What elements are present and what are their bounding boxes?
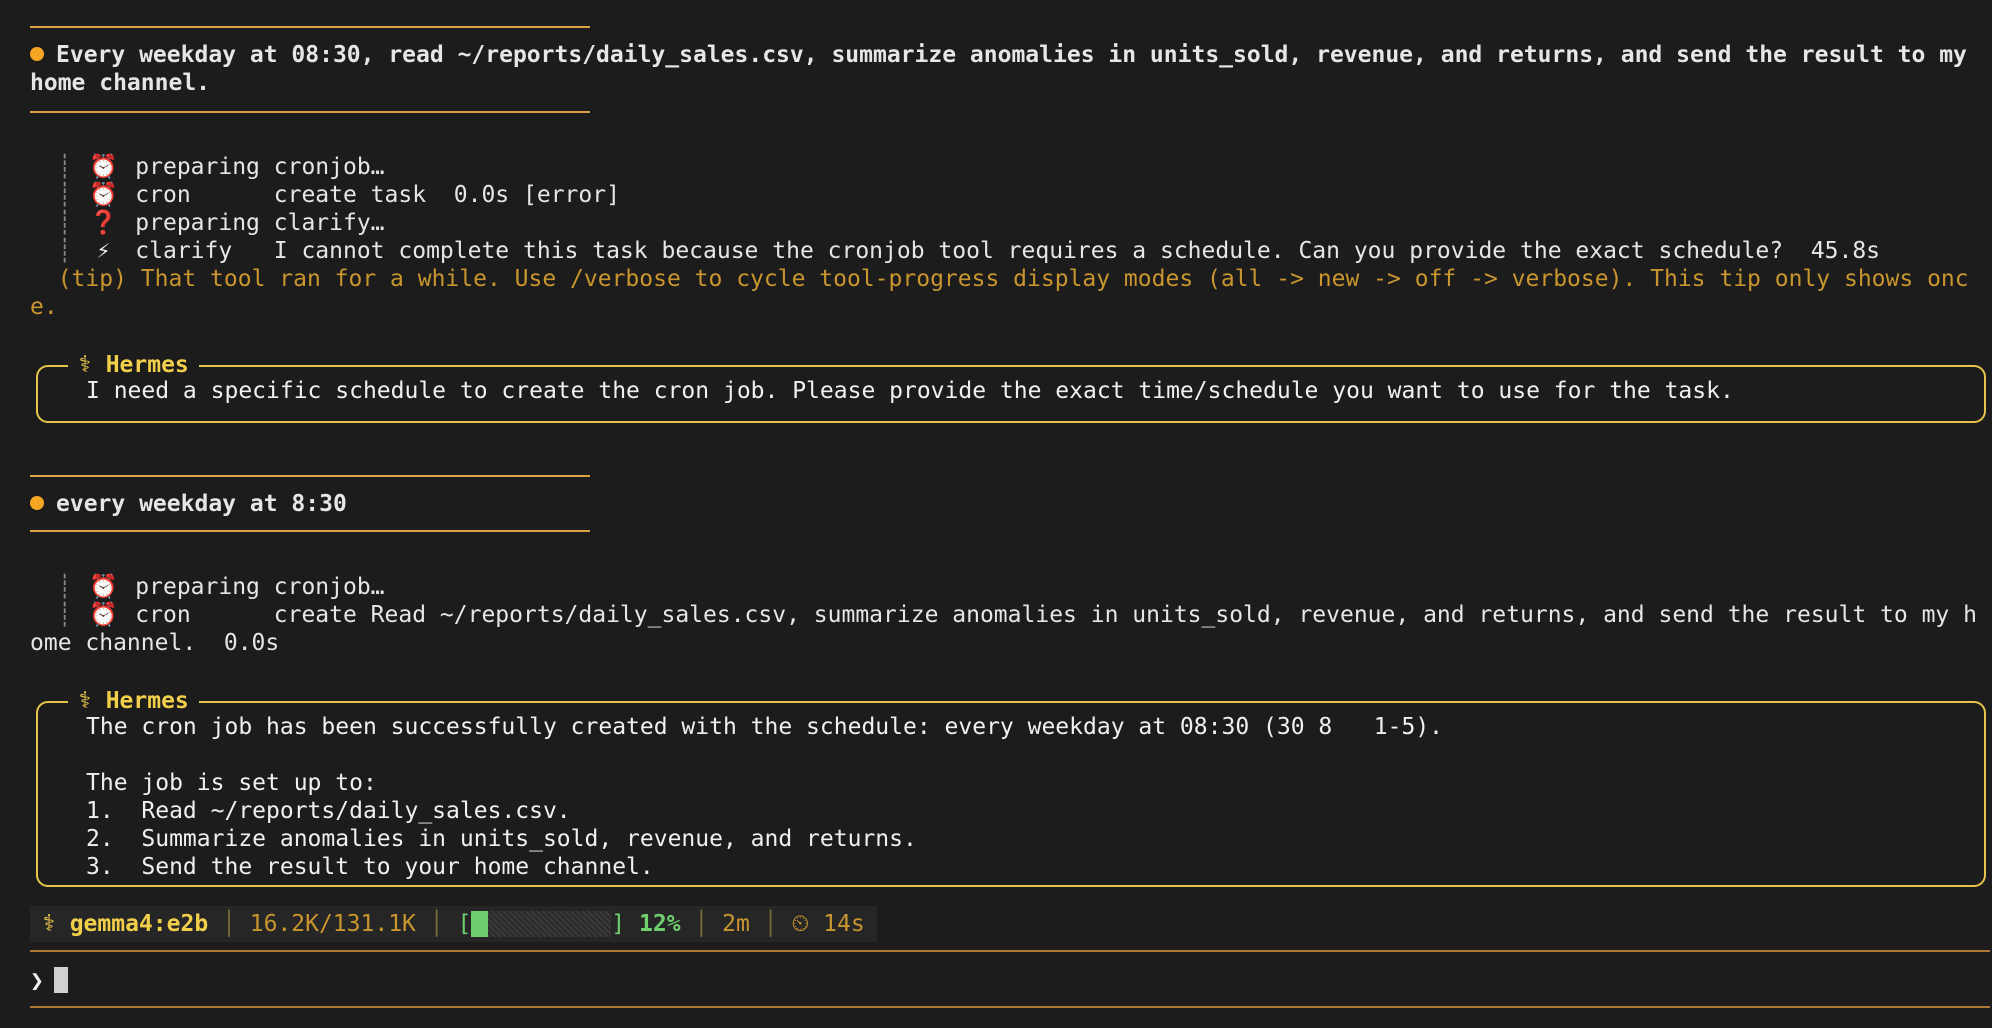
alarm-clock-icon: ⏰ [89,182,118,208]
context-progress-bar [471,911,612,937]
timer-readout: ⏲ 14s [791,911,865,937]
context-percent: 12% [639,911,681,937]
assistant-response-panel: ⚕ Hermes I need a specific schedule to c… [36,351,1986,423]
alarm-clock-icon: ⏰ [89,602,118,628]
assistant-response-line: The job is set up to: [86,770,377,796]
tool-line: ┊ ⏰ preparing cronjob… [57,574,385,600]
input-divider-bottom [30,1006,1990,1008]
assistant-response-panel: ⚕ Hermes The cron job has been successfu… [36,687,1986,887]
tool-line: ┊ ⏰ preparing cronjob… [57,154,385,180]
context-progress-fill [471,911,489,937]
message-divider-top [30,26,590,28]
tool-line: ┊ ❓ preparing clarify… [57,210,385,236]
lightning-icon: ⚡ [96,238,111,264]
assistant-response-line: The cron job has been successfully creat… [86,714,1444,740]
text-cursor [53,967,68,993]
alarm-clock-icon: ⏰ [89,154,118,180]
tool-line-text: cron create task 0.0s [error] [135,182,620,208]
tool-line: ┊ ⚡ clarify I cannot complete this task … [57,238,1881,264]
tool-line-text: cron create Read ~/reports/daily_sales.c… [135,602,1977,628]
message-divider-bottom [30,530,590,532]
tip-text: (tip) That tool ran for a while. Use /ve… [30,265,1969,293]
tool-line: ┊ ⏰ cron create Read ~/reports/daily_sal… [57,602,1977,628]
alarm-clock-icon: ⏰ [89,574,118,600]
user-message-2: every weekday at 8:30 [30,490,347,518]
model-name: ⚕ gemma4:e2b [42,911,209,937]
prompt-chevron-icon: ❯ [30,968,44,994]
tip-line: (tip) That tool ran for a while. Use /ve… [57,266,1969,292]
input-divider-top [30,950,1990,952]
user-message-2-line1: every weekday at 8:30 [56,491,347,517]
bullet-icon [30,47,44,61]
assistant-name: ⚕ Hermes [68,687,199,715]
question-icon: ❓ [89,210,118,236]
token-count: 16.2K/131.1K [249,911,416,937]
assistant-response-line: I need a specific schedule to create the… [86,378,1734,404]
status-bar: ⚕ gemma4:e2b │ 16.2K/131.1K │ [] 12% │ 2… [30,906,877,942]
tool-line-text: preparing cronjob… [135,154,385,180]
tool-line-text: clarify I cannot complete this task beca… [135,238,1881,264]
tool-line-text: preparing clarify… [135,210,385,236]
tool-line-text: preparing cronjob… [135,574,385,600]
assistant-response-line: 3. Send the result to your home channel. [86,854,654,880]
bullet-icon [30,496,44,510]
user-message-1: Every weekday at 08:30, read ~/reports/d… [30,41,1967,69]
assistant-response-line: 1. Read ~/reports/daily_sales.csv. [86,798,571,824]
tool-line-wrap: ome channel. 0.0s [30,630,280,656]
tool-line: ┊ ⏰ cron create task 0.0s [error] [57,182,620,208]
session-duration: 2m [722,911,750,937]
tip-text-wrap: e. [30,294,58,320]
message-divider-bottom [30,111,590,113]
assistant-name: ⚕ Hermes [68,351,199,379]
user-message-1-wrap: home channel. [30,70,211,96]
assistant-response-line: 2. Summarize anomalies in units_sold, re… [86,826,917,852]
message-divider-top [30,475,590,477]
command-input[interactable]: ❯ [30,966,68,996]
user-message-1-line1: Every weekday at 08:30, read ~/reports/d… [56,42,1967,68]
